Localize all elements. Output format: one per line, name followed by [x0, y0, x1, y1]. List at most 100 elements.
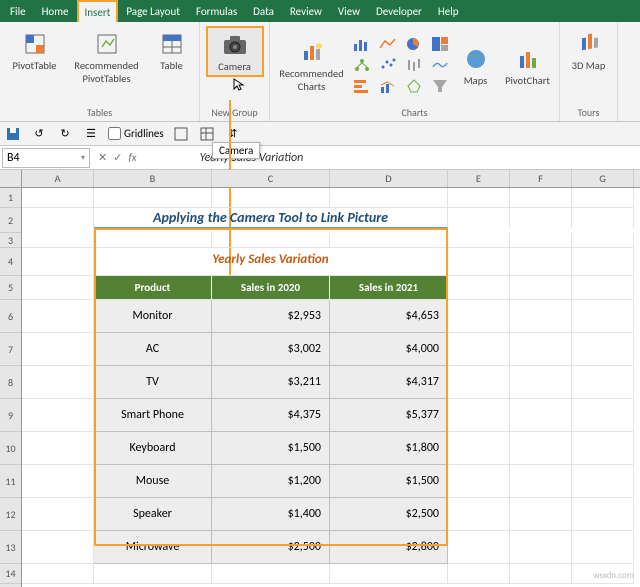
- product-cell[interactable]: Mouse: [94, 465, 212, 498]
- sales-2020-cell[interactable]: $1,400: [212, 498, 330, 531]
- ribbon-group-newgroup: Camera New Group: [200, 22, 270, 121]
- pivotchart-icon: [517, 44, 539, 74]
- camera-tooltip: Camera: [212, 142, 260, 159]
- tab-formulas[interactable]: Formulas: [188, 0, 245, 22]
- row-header[interactable]: 10: [0, 432, 21, 465]
- radar-chart-icon[interactable]: [405, 78, 427, 94]
- combo-chart-icon[interactable]: [379, 78, 401, 94]
- sort-icon[interactable]: ⇵: [224, 125, 242, 143]
- surface-chart-icon[interactable]: [431, 57, 453, 73]
- row-header[interactable]: 13: [0, 531, 21, 564]
- col-header[interactable]: G: [572, 170, 634, 187]
- sales-2020-cell[interactable]: $1,200: [212, 465, 330, 498]
- name-box[interactable]: B4: [2, 148, 90, 168]
- pivottable-button[interactable]: PivotTable: [6, 26, 64, 75]
- tab-home[interactable]: Home: [34, 0, 77, 22]
- camera-button[interactable]: Camera: [206, 26, 264, 77]
- freeze-panes-icon[interactable]: [198, 125, 216, 143]
- stock-chart-icon[interactable]: [405, 57, 427, 73]
- row-header[interactable]: 7: [0, 333, 21, 366]
- save-icon[interactable]: [4, 125, 22, 143]
- sales-2021-cell[interactable]: $4,653: [330, 300, 448, 333]
- product-cell[interactable]: Speaker: [94, 498, 212, 531]
- col-header[interactable]: F: [510, 170, 572, 187]
- sales-2020-cell[interactable]: $3,211: [212, 366, 330, 399]
- sales-2020-cell[interactable]: $3,002: [212, 333, 330, 366]
- treemap-icon[interactable]: [431, 36, 453, 52]
- sales-2021-cell[interactable]: $2,800: [330, 531, 448, 564]
- redo-icon[interactable]: ↻: [56, 125, 74, 143]
- sales-2021-cell[interactable]: $4,000: [330, 333, 448, 366]
- table-title: Yearly Sales Variation: [94, 248, 448, 276]
- rec-charts-button[interactable]: Recommended Charts: [273, 34, 351, 96]
- tab-developer[interactable]: Developer: [368, 0, 430, 22]
- touch-mode-icon[interactable]: ☰: [82, 125, 100, 143]
- product-cell[interactable]: Smart Phone: [94, 399, 212, 432]
- row-header[interactable]: 3: [0, 233, 21, 248]
- product-cell[interactable]: Keyboard: [94, 432, 212, 465]
- col-header[interactable]: D: [330, 170, 448, 187]
- scatter-chart-icon[interactable]: [379, 57, 401, 73]
- row-header[interactable]: 9: [0, 399, 21, 432]
- product-cell[interactable]: AC: [94, 333, 212, 366]
- gridlines-input[interactable]: [108, 127, 121, 140]
- sales-2020-cell[interactable]: $2,500: [212, 531, 330, 564]
- group-label-tables: Tables: [87, 106, 112, 119]
- col-header[interactable]: A: [22, 170, 94, 187]
- sales-2021-cell[interactable]: $1,500: [330, 465, 448, 498]
- gridlines-checkbox[interactable]: Gridlines: [108, 127, 164, 140]
- bar-chart-icon[interactable]: [353, 78, 375, 94]
- row-header[interactable]: 14: [0, 564, 21, 584]
- tab-file[interactable]: File: [2, 0, 34, 22]
- tab-data[interactable]: Data: [245, 0, 282, 22]
- row-header[interactable]: 4: [0, 248, 21, 276]
- pie-chart-icon[interactable]: [405, 36, 427, 52]
- cancel-formula-icon[interactable]: ✕: [98, 151, 107, 164]
- undo-icon[interactable]: ↺: [30, 125, 48, 143]
- row-header[interactable]: 12: [0, 498, 21, 531]
- select-all-button[interactable]: [0, 170, 21, 188]
- pivottable-label: PivotTable: [12, 59, 56, 72]
- enter-formula-icon[interactable]: ✓: [113, 151, 122, 164]
- rec-pivottables-button[interactable]: Recommended PivotTables: [66, 26, 148, 88]
- pivotchart-button[interactable]: PivotChart: [499, 41, 557, 90]
- product-cell[interactable]: Monitor: [94, 300, 212, 333]
- sales-2020-cell[interactable]: $4,375: [212, 399, 330, 432]
- tab-page-layout[interactable]: Page Layout: [118, 0, 188, 22]
- tab-review[interactable]: Review: [282, 0, 330, 22]
- fx-icon[interactable]: fx: [128, 151, 136, 164]
- col-header[interactable]: C: [212, 170, 330, 187]
- row-header[interactable]: 5: [0, 276, 21, 300]
- row-header[interactable]: 1: [0, 188, 21, 208]
- column-chart-icon[interactable]: [353, 36, 375, 52]
- maps-icon: [465, 44, 487, 74]
- row-header[interactable]: 8: [0, 366, 21, 399]
- sales-2020-cell[interactable]: $2,953: [212, 300, 330, 333]
- tab-help[interactable]: Help: [430, 0, 467, 22]
- row-header[interactable]: 11: [0, 465, 21, 498]
- sales-2021-cell[interactable]: $2,500: [330, 498, 448, 531]
- row-header[interactable]: 6: [0, 300, 21, 333]
- hierarchy-chart-icon[interactable]: [353, 57, 375, 73]
- product-cell[interactable]: TV: [94, 366, 212, 399]
- table-row: Microwave $2,500 $2,800: [22, 531, 640, 564]
- product-cell[interactable]: Microwave: [94, 531, 212, 564]
- sales-2021-cell[interactable]: $1,800: [330, 432, 448, 465]
- border-icon[interactable]: [172, 125, 190, 143]
- tab-insert[interactable]: Insert: [77, 0, 119, 22]
- tab-view[interactable]: View: [330, 0, 368, 22]
- 3dmap-button[interactable]: 3D Map: [567, 26, 611, 75]
- grid-area[interactable]: A B C D E F G Applying the Camera Tool t…: [22, 170, 640, 587]
- sales-2021-cell[interactable]: $4,317: [330, 366, 448, 399]
- sales-2021-cell[interactable]: $5,377: [330, 399, 448, 432]
- line-chart-icon[interactable]: [379, 36, 401, 52]
- col-header[interactable]: E: [448, 170, 510, 187]
- table-button[interactable]: Table: [150, 26, 194, 75]
- sales-2020-cell[interactable]: $1,500: [212, 432, 330, 465]
- column-headers: A B C D E F G: [22, 170, 640, 188]
- maps-button[interactable]: Maps: [455, 41, 497, 90]
- funnel-chart-icon[interactable]: [431, 78, 453, 94]
- col-header[interactable]: B: [94, 170, 212, 187]
- group-label-charts: Charts: [401, 106, 427, 119]
- row-header[interactable]: 2: [0, 208, 21, 233]
